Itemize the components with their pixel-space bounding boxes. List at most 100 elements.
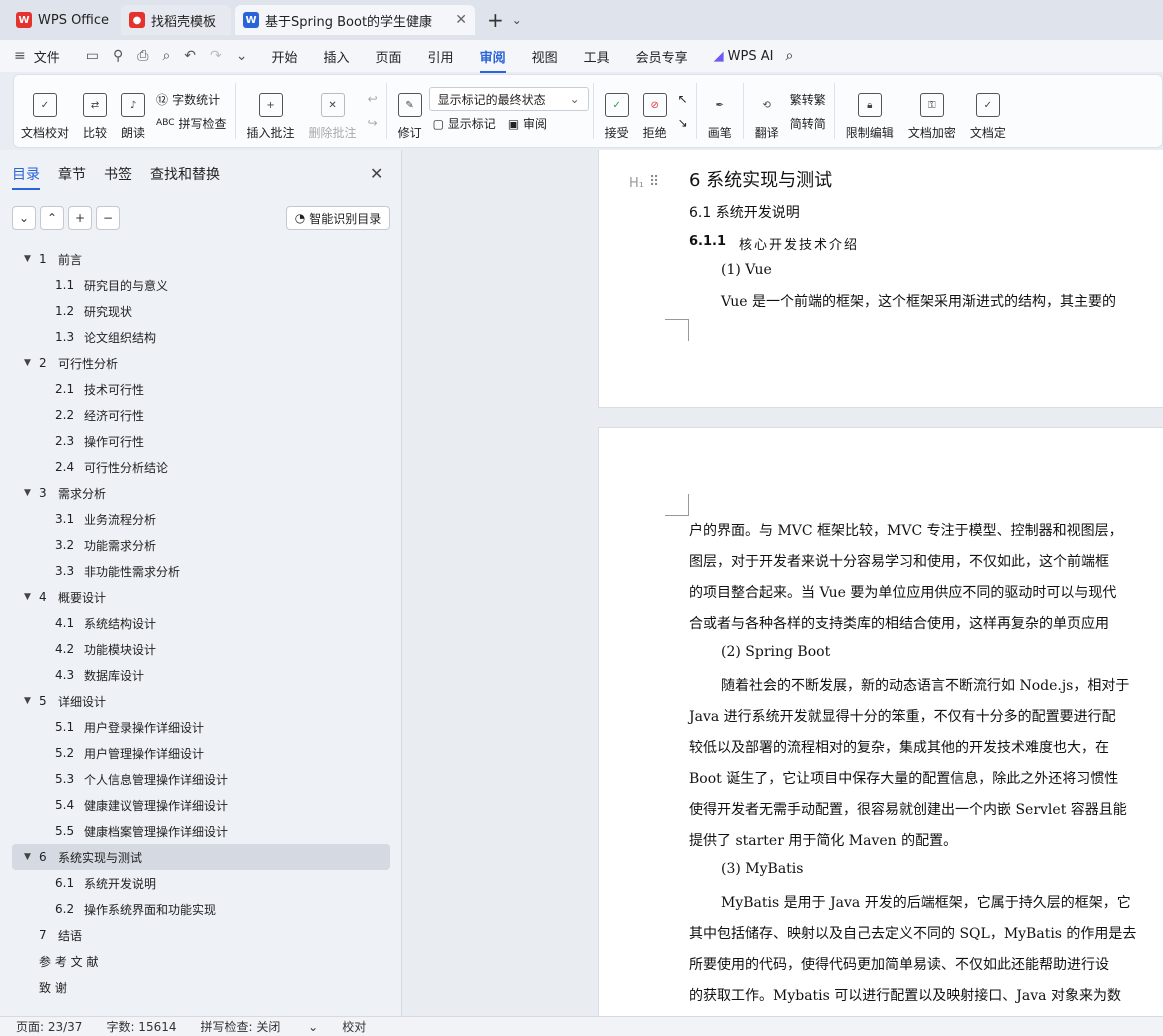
menu-page[interactable]: 页面 [376, 47, 402, 66]
menu-review[interactable]: 审阅 [479, 47, 506, 73]
tab-template[interactable]: ● 找稻壳模板 [121, 5, 232, 35]
delete-comment-button[interactable]: ✕ 删除批注 [302, 81, 364, 141]
page-counter[interactable]: 页面: 23/37 [16, 1018, 82, 1035]
menu-icon[interactable]: ≡ [14, 48, 26, 64]
expand-triangle-icon[interactable]: ▼ [24, 254, 31, 264]
menu-tools[interactable]: 工具 [584, 47, 610, 66]
toc-item[interactable]: 5.4 健康建议管理操作详细设计 [12, 792, 390, 818]
search-icon[interactable]: ⌕ [785, 48, 793, 64]
expand-down-icon[interactable]: ⌄ [12, 206, 36, 230]
menu-wps-ai[interactable]: WPS AI [728, 49, 774, 64]
add-icon[interactable]: + [68, 206, 92, 230]
tab-bookmarks[interactable]: 书签 [104, 164, 132, 184]
toc-item[interactable]: 5.5 健康档案管理操作详细设计 [12, 818, 390, 844]
expand-triangle-icon[interactable]: ▼ [24, 488, 31, 498]
review-pane-button[interactable]: ▣ 审阅 [508, 115, 547, 132]
translate-button[interactable]: ⟲ 翻译 [748, 81, 786, 141]
toc-item[interactable]: 4.2 功能模块设计 [12, 636, 390, 662]
insert-comment-button[interactable]: + 插入批注 [240, 81, 302, 141]
toc-item[interactable]: 2.1 技术可行性 [12, 376, 390, 402]
toc-item[interactable]: 5.3 个人信息管理操作详细设计 [12, 766, 390, 792]
toc-item[interactable]: ▼ 5 详细设计 [12, 688, 390, 714]
toc-item[interactable]: 参 考 文 献 [12, 948, 390, 974]
toc-item[interactable]: 2.4 可行性分析结论 [12, 454, 390, 480]
close-icon[interactable]: ✕ [455, 12, 467, 28]
toc-item[interactable]: 5.1 用户登录操作详细设计 [12, 714, 390, 740]
toc-item[interactable]: 4.3 数据库设计 [12, 662, 390, 688]
word-count-button[interactable]: ⑫ 字数统计 [152, 87, 230, 111]
to-traditional-button[interactable]: 繁 转繁 [786, 87, 830, 111]
menu-file[interactable]: 文件 [34, 47, 60, 66]
collapse-up-icon[interactable]: ⌃ [40, 206, 64, 230]
expand-triangle-icon[interactable]: ▼ [24, 592, 31, 602]
menu-member[interactable]: 会员专享 [636, 47, 688, 66]
tab-chapters[interactable]: 章节 [58, 164, 86, 184]
toc-item[interactable]: 1.1 研究目的与意义 [12, 272, 390, 298]
toc-item[interactable]: ▼ 4 概要设计 [12, 584, 390, 610]
pen-button[interactable]: ✒ 画笔 [701, 81, 739, 141]
toc-item[interactable]: ▼ 6 系统实现与测试 [12, 844, 390, 870]
menu-insert[interactable]: 插入 [324, 47, 350, 66]
expand-triangle-icon[interactable]: ▼ [24, 358, 31, 368]
toc-item[interactable]: 3.1 业务流程分析 [12, 506, 390, 532]
print-icon[interactable]: ⎙ [137, 48, 148, 64]
chevron-down-icon[interactable]: ⌄ [512, 13, 522, 27]
toc-item[interactable]: ▼ 2 可行性分析 [12, 350, 390, 376]
accept-button[interactable]: ✓ 接受 [598, 81, 636, 141]
expand-triangle-icon[interactable]: ▼ [24, 852, 31, 862]
tab-document[interactable]: W 基于Spring Boot的学生健康 ✕ [235, 5, 476, 35]
word-count[interactable]: 字数: 15614 [106, 1018, 176, 1035]
toc-item[interactable]: 6.2 操作系统界面和功能实现 [12, 896, 390, 922]
toc-item[interactable]: ▼ 3 需求分析 [12, 480, 390, 506]
menu-start[interactable]: 开始 [272, 47, 298, 66]
menu-reference[interactable]: 引用 [428, 47, 454, 66]
to-simplified-button[interactable]: 简 转简 [786, 111, 830, 135]
prev-comment-icon[interactable]: ↩ [364, 87, 382, 111]
next-change-icon[interactable]: ↘ [674, 111, 692, 135]
toc-item[interactable]: 2.2 经济可行性 [12, 402, 390, 428]
restrict-edit-button[interactable]: 🔒︎ 限制编辑 [839, 81, 901, 141]
proof-status[interactable]: 校对 [342, 1018, 366, 1035]
spell-status[interactable]: 拼写检查: 关闭 ⌄ [201, 1018, 319, 1035]
toc-item[interactable]: 2.3 操作可行性 [12, 428, 390, 454]
tab-wps-office[interactable]: W WPS Office [8, 5, 117, 35]
encrypt-button[interactable]: ⚿ 文档加密 [901, 81, 963, 141]
show-marks-button[interactable]: ▢ 显示标记 [433, 115, 496, 132]
menu-view[interactable]: 视图 [532, 47, 558, 66]
toc-item[interactable]: 7 结语 [12, 922, 390, 948]
toc-item[interactable]: 致 谢 [12, 974, 390, 1000]
new-tab-icon[interactable]: + [487, 8, 504, 32]
doc-more-button[interactable]: ✓ 文档定 [963, 81, 1013, 141]
link-icon[interactable]: ⚲ [113, 48, 123, 64]
toc-item[interactable]: 1.3 论文组织结构 [12, 324, 390, 350]
reject-button[interactable]: ⊘ 拒绝 [636, 81, 674, 141]
toc-item[interactable]: ▼ 1 前言 [12, 246, 390, 272]
tab-toc[interactable]: 目录 [12, 164, 40, 190]
toc-item[interactable]: 1.2 研究现状 [12, 298, 390, 324]
preview-icon[interactable]: ⌕ [162, 48, 170, 64]
expand-triangle-icon[interactable]: ▼ [24, 696, 31, 706]
toc-item[interactable]: 6.1 系统开发说明 [12, 870, 390, 896]
drag-handle-icon[interactable]: ⠿ [649, 174, 659, 190]
smart-toc-button[interactable]: ◔ 智能识别目录 [286, 206, 390, 230]
spell-check-button[interactable]: ABC 拼写检查 [152, 111, 230, 135]
tab-find-replace[interactable]: 查找和替换 [150, 164, 220, 184]
close-icon[interactable]: ✕ [370, 164, 383, 183]
doc-check-button[interactable]: ✓ 文档校对 [14, 81, 76, 141]
toc-item[interactable]: 3.2 功能需求分析 [12, 532, 390, 558]
toc-item[interactable]: 4.1 系统结构设计 [12, 610, 390, 636]
read-aloud-button[interactable]: ♪ 朗读 [114, 81, 152, 141]
revise-button[interactable]: ✎ 修订 [391, 81, 429, 141]
save-icon[interactable]: ▭ [86, 48, 99, 64]
next-comment-icon[interactable]: ↪ [364, 111, 382, 135]
redo-icon[interactable]: ↷ [210, 48, 222, 64]
compare-button[interactable]: ⇄ 比较 [76, 81, 114, 141]
toc-item[interactable]: 3.3 非功能性需求分析 [12, 558, 390, 584]
heading-style-icon[interactable]: H₁ [629, 176, 644, 191]
prev-change-icon[interactable]: ↖ [674, 87, 692, 111]
display-state-select[interactable]: 显示标记的最终状态 ⌄ [428, 87, 589, 111]
chevron-down-icon[interactable]: ⌄ [236, 48, 248, 64]
toc-item[interactable]: 5.2 用户管理操作详细设计 [12, 740, 390, 766]
remove-icon[interactable]: − [96, 206, 120, 230]
undo-icon[interactable]: ↶ [184, 48, 196, 64]
